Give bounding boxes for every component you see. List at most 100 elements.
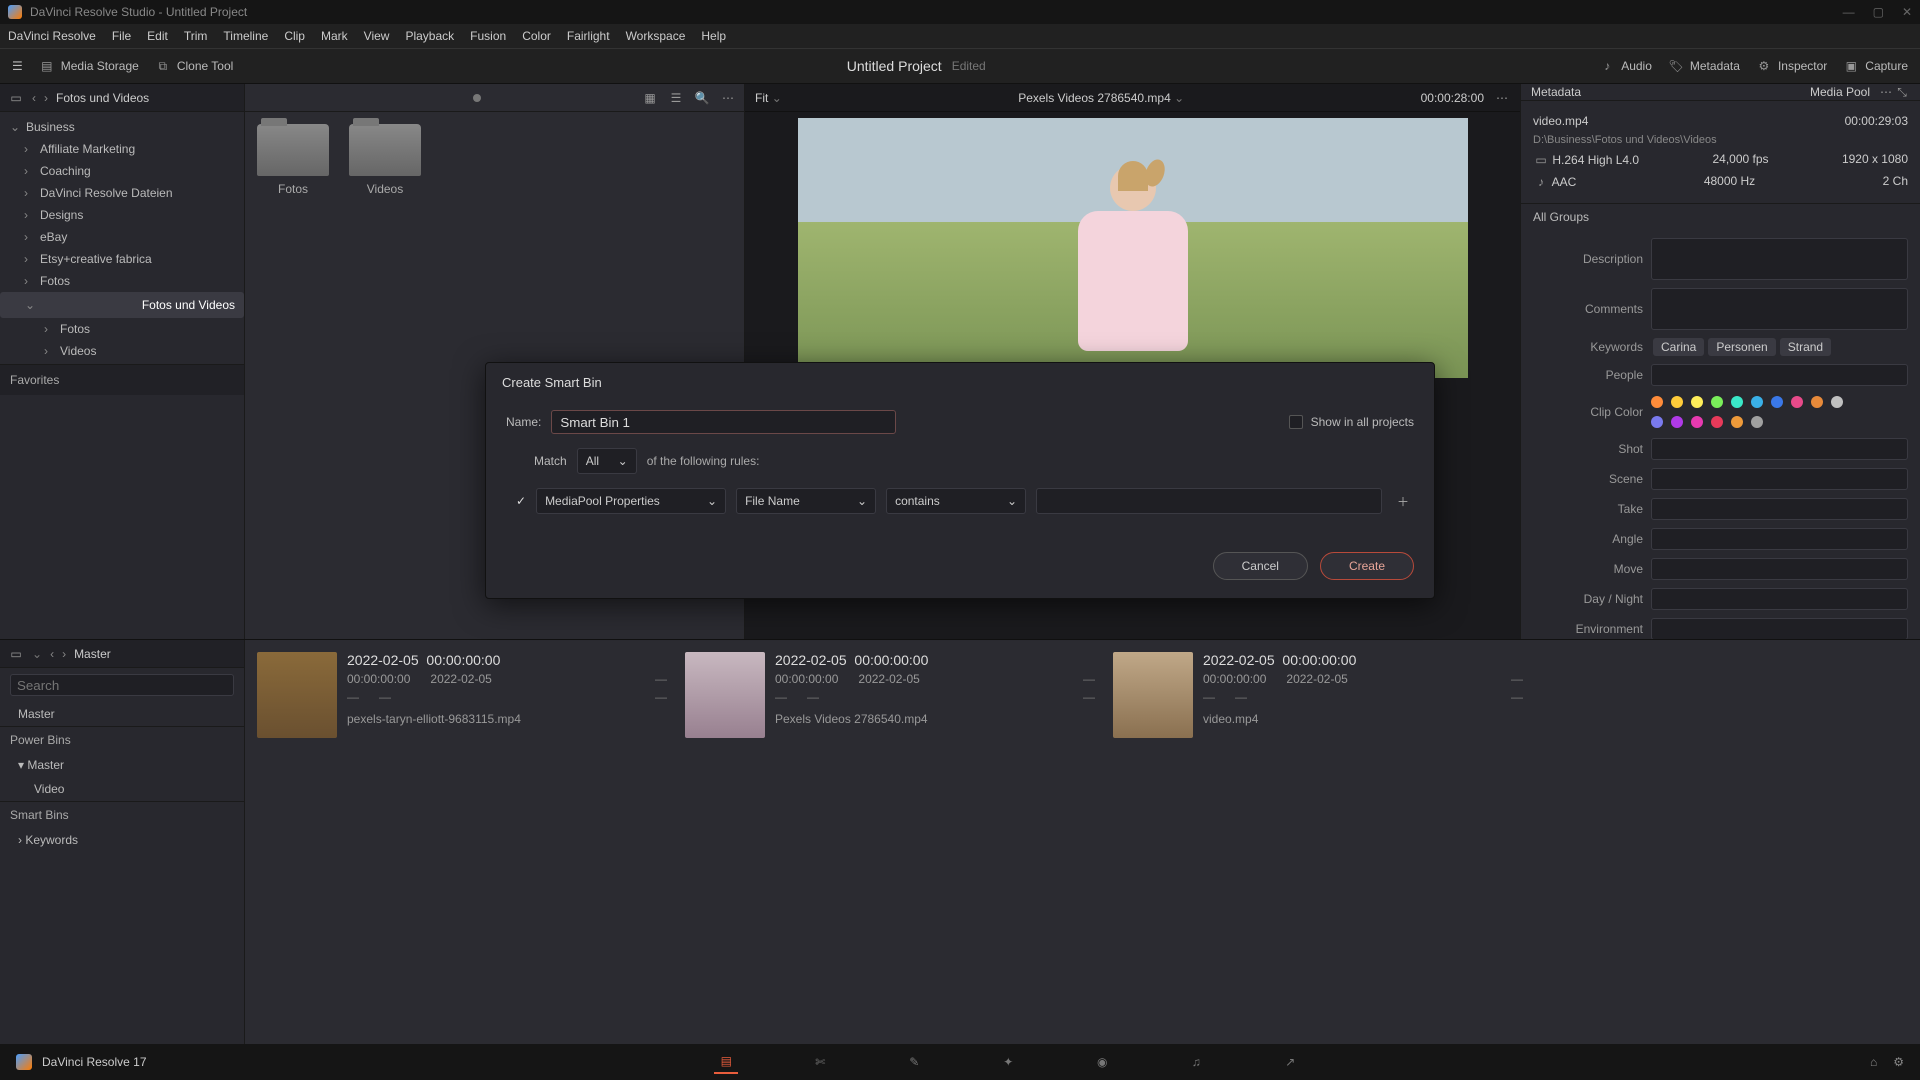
clip-color-swatch[interactable]	[1651, 396, 1663, 408]
keyword-chip[interactable]: Personen	[1708, 338, 1775, 356]
tree-item-affiliate-marketing[interactable]: ›Affiliate Marketing	[0, 138, 244, 160]
maximize-icon[interactable]: ▢	[1873, 5, 1884, 19]
viewer-clip-name[interactable]: Pexels Videos 2786540.mp4 ⌄	[792, 91, 1411, 105]
meta-input[interactable]	[1651, 468, 1908, 490]
more-icon[interactable]: ⋯	[1878, 84, 1894, 100]
clip-thumbnail[interactable]	[257, 652, 337, 738]
tree-item-coaching[interactable]: ›Coaching	[0, 160, 244, 182]
clip-card[interactable]: 2022-02-05 00:00:00:0000:00:00:002022-02…	[257, 652, 667, 738]
show-all-checkbox[interactable]	[1289, 415, 1303, 429]
expand-icon[interactable]: ⤡	[1894, 84, 1910, 100]
menu-playback[interactable]: Playback	[405, 29, 454, 43]
clip-card[interactable]: 2022-02-05 00:00:00:0000:00:00:002022-02…	[685, 652, 1095, 738]
clip-color-swatch[interactable]	[1771, 396, 1783, 408]
meta-group-dropdown[interactable]: All Groups	[1521, 204, 1920, 230]
metadata-mode[interactable]: Media Pool	[1810, 85, 1870, 99]
search-icon[interactable]: 🔍	[694, 90, 710, 106]
media-storage-button[interactable]: ▤ Media Storage	[39, 58, 139, 74]
thumb-view-icon[interactable]: ▦	[642, 90, 658, 106]
smart-bins-header[interactable]: Smart Bins	[0, 801, 244, 828]
power-bin-video[interactable]: Video	[0, 777, 244, 801]
clip-color-swatch[interactable]	[1751, 416, 1763, 428]
media-page-button[interactable]: ▤	[714, 1050, 738, 1074]
folder-fotos[interactable]: Fotos	[257, 124, 329, 196]
viewer-more-icon[interactable]: ⋯	[1494, 90, 1510, 106]
smart-bin-keywords[interactable]: › Keywords	[0, 828, 244, 852]
meta-input[interactable]	[1651, 288, 1908, 330]
folder-videos[interactable]: Videos	[349, 124, 421, 196]
tree-item-fotos[interactable]: ›Fotos	[0, 318, 244, 340]
meta-input[interactable]	[1651, 528, 1908, 550]
audio-panel-button[interactable]: ♪Audio	[1599, 58, 1652, 74]
panel-toggle-icon[interactable]: ▭	[8, 646, 24, 662]
meta-input[interactable]	[1651, 498, 1908, 520]
clone-tool-button[interactable]: ⧉ Clone Tool	[155, 58, 233, 74]
power-bins-header[interactable]: Power Bins	[0, 726, 244, 753]
clip-color-swatch[interactable]	[1831, 396, 1843, 408]
clip-color-swatch[interactable]	[1651, 416, 1663, 428]
clip-color-swatch[interactable]	[1791, 396, 1803, 408]
nav-back-icon[interactable]: ‹	[50, 647, 54, 661]
tree-item-etsy-creative-fabrica[interactable]: ›Etsy+creative fabrica	[0, 248, 244, 270]
power-bin-master[interactable]: ▾ Master	[0, 753, 244, 777]
minimize-icon[interactable]: —	[1843, 5, 1855, 19]
tree-item-ebay[interactable]: ›eBay	[0, 226, 244, 248]
match-mode-dropdown[interactable]: All⌄	[577, 448, 637, 474]
fusion-page-button[interactable]: ✦	[996, 1050, 1020, 1074]
sidebar-toggle-button[interactable]: ☰	[12, 59, 23, 73]
tree-item-designs[interactable]: ›Designs	[0, 204, 244, 226]
meta-input[interactable]	[1651, 618, 1908, 639]
menu-workspace[interactable]: Workspace	[626, 29, 686, 43]
tree-item-videos[interactable]: ›Videos	[0, 340, 244, 362]
clip-color-swatch[interactable]	[1731, 416, 1743, 428]
meta-input[interactable]	[1651, 588, 1908, 610]
clip-thumbnail[interactable]	[1113, 652, 1193, 738]
clip-card[interactable]: 2022-02-05 00:00:00:0000:00:00:002022-02…	[1113, 652, 1523, 738]
menu-fairlight[interactable]: Fairlight	[567, 29, 610, 43]
smart-bin-name-input[interactable]	[551, 410, 896, 434]
clip-color-swatch[interactable]	[1751, 396, 1763, 408]
meta-input[interactable]	[1651, 364, 1908, 386]
bin-master[interactable]: Master	[0, 702, 244, 726]
clip-color-swatch[interactable]	[1671, 396, 1683, 408]
clip-color-swatch[interactable]	[1731, 396, 1743, 408]
keyword-chip[interactable]: Carina	[1653, 338, 1704, 356]
bin-search-input[interactable]	[10, 674, 234, 696]
capture-button[interactable]: ▣Capture	[1843, 58, 1908, 74]
zoom-fit-dropdown[interactable]: Fit ⌄	[755, 91, 782, 105]
more-icon[interactable]: ⋯	[720, 90, 736, 106]
create-button[interactable]: Create	[1320, 552, 1414, 580]
nav-back-icon[interactable]: ‹	[32, 91, 36, 105]
cut-page-button[interactable]: ✄	[808, 1050, 832, 1074]
clip-color-swatch[interactable]	[1691, 416, 1703, 428]
deliver-page-button[interactable]: ↗	[1278, 1050, 1302, 1074]
keyword-chip[interactable]: Strand	[1780, 338, 1831, 356]
tree-item-fotos-und-videos[interactable]: ⌄Fotos und Videos	[0, 292, 244, 318]
meta-input[interactable]	[1651, 558, 1908, 580]
clip-thumbnail[interactable]	[685, 652, 765, 738]
close-icon[interactable]: ✕	[1902, 5, 1912, 19]
clip-color-swatch[interactable]	[1691, 396, 1703, 408]
rule-operator-dropdown[interactable]: contains⌄	[886, 488, 1026, 514]
rule-property-dropdown[interactable]: MediaPool Properties⌄	[536, 488, 726, 514]
tree-item-business[interactable]: ⌄Business	[0, 116, 244, 138]
fairlight-page-button[interactable]: ♫	[1184, 1050, 1208, 1074]
favorites-header[interactable]: Favorites	[0, 364, 244, 395]
edit-page-button[interactable]: ✎	[902, 1050, 926, 1074]
menu-color[interactable]: Color	[522, 29, 551, 43]
metadata-panel-button[interactable]: 🏷Metadata	[1668, 58, 1740, 74]
menu-mark[interactable]: Mark	[321, 29, 348, 43]
nav-fwd-icon[interactable]: ›	[44, 91, 48, 105]
home-icon[interactable]: ⌂	[1870, 1055, 1877, 1069]
menu-fusion[interactable]: Fusion	[470, 29, 506, 43]
rule-enabled-checkbox[interactable]: ✓	[516, 494, 526, 508]
list-view-icon[interactable]: ☰	[668, 90, 684, 106]
color-page-button[interactable]: ◉	[1090, 1050, 1114, 1074]
rule-field-dropdown[interactable]: File Name⌄	[736, 488, 876, 514]
viewer-timecode[interactable]: 00:00:28:00	[1421, 91, 1484, 105]
inspector-panel-button[interactable]: ⚙Inspector	[1756, 58, 1827, 74]
rule-value-input[interactable]	[1036, 488, 1382, 514]
meta-input[interactable]	[1651, 238, 1908, 280]
nav-fwd-icon[interactable]: ›	[62, 647, 66, 661]
menu-edit[interactable]: Edit	[147, 29, 168, 43]
